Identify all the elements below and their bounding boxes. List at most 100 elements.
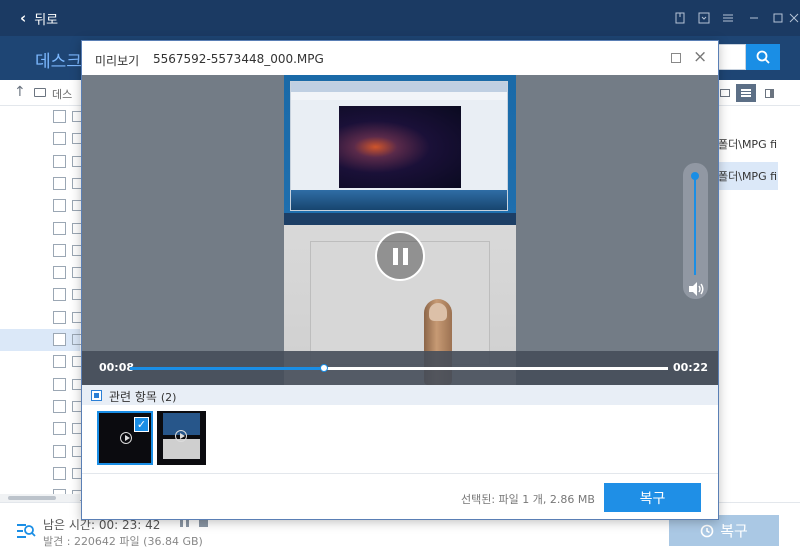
video-content-menubar [291,92,507,100]
file-list-row[interactable]: 폴더\MPG file... [718,162,778,190]
tree-row-checkbox[interactable] [53,154,66,168]
close-icon[interactable] [788,8,800,28]
tree-row[interactable] [0,262,81,284]
thumbnail-checkbox[interactable]: ✓ [134,417,149,432]
main-recover-label: 복구 [720,522,748,540]
speaker-icon[interactable] [687,281,705,297]
tree-row-checkbox[interactable] [53,310,66,324]
related-items-header [82,385,718,405]
tree-row[interactable] [0,218,81,240]
feedback-icon[interactable] [670,8,690,28]
video-frame [284,75,516,385]
file-icon [72,133,81,145]
tree-row[interactable] [0,418,81,440]
list-view-button[interactable] [736,84,756,102]
restore-icon [700,524,714,537]
menu-icon[interactable] [718,8,738,28]
tree-row-checkbox[interactable] [53,199,66,213]
tree-row[interactable] [0,195,81,217]
file-icon [72,445,81,457]
file-icon [72,334,81,345]
tree-row[interactable] [0,284,81,306]
tree-row[interactable] [0,307,81,329]
tree-row[interactable] [0,329,81,351]
tree-row-checkbox[interactable] [53,266,66,280]
up-arrow-icon[interactable]: ↑ [14,84,26,100]
tree-row[interactable] [0,441,81,463]
related-thumbnail[interactable] [157,411,206,465]
back-label: 뒤로 [34,12,59,28]
tree-row[interactable] [0,128,81,150]
file-icon [72,467,81,479]
tree-row-checkbox[interactable] [53,333,66,346]
found-files: 발견 : 220642 파일 (36.84 GB) [43,535,203,548]
preview-pane-icon [764,88,774,98]
file-path: 폴더\MPG file... [718,170,778,183]
file-icon [72,356,81,368]
related-items-checkbox[interactable] [91,390,102,401]
tree-row[interactable] [0,351,81,373]
path-label: 데스 [52,88,73,101]
location-title: 데스크 [35,52,82,72]
list-view-icon [741,89,751,97]
tree-row-checkbox[interactable] [53,243,66,257]
seek-handle[interactable] [320,364,328,372]
preview-dialog: 미리보기 5567592-5573448_000.MPG × 00:08 00:… [81,40,719,520]
maximize-icon[interactable] [768,8,788,28]
tree-row[interactable] [0,463,81,485]
tree-row[interactable] [0,151,81,173]
video-content-taskbar [284,213,516,225]
minimize-icon[interactable] [744,8,764,28]
tree-row[interactable] [0,374,81,396]
file-icon [72,177,81,189]
tree-row-checkbox[interactable] [53,221,66,235]
tree-row-checkbox[interactable] [53,110,66,123]
tree-row[interactable] [0,173,81,195]
tree-row-checkbox[interactable] [53,132,66,146]
tree-row-checkbox[interactable] [53,355,66,369]
tree-row-checkbox[interactable] [53,377,66,391]
related-items-title: 관련 항목 [109,390,157,404]
preview-view-button[interactable] [759,84,779,102]
search-input[interactable] [718,44,746,70]
close-icon[interactable]: × [693,47,707,67]
video-content-window [290,81,508,211]
pause-icon[interactable] [375,231,425,281]
title-bar: ‹ 뒤로 [0,0,800,36]
tree-row-checkbox[interactable] [53,422,66,436]
download-icon[interactable] [694,8,714,28]
video-content-image [339,106,461,188]
maximize-icon[interactable] [671,53,681,63]
file-icon [72,111,81,122]
tree-row[interactable] [0,106,81,128]
video-player[interactable] [82,75,718,385]
file-path: 폴더\MPG file... [718,138,778,151]
volume-track[interactable] [694,175,696,275]
back-button[interactable]: ‹ 뒤로 [20,8,58,28]
search-icon [756,50,770,64]
file-icon [72,244,81,256]
tree-scroll-thumb[interactable] [8,496,56,500]
related-items-label: 관련 항목 (2) [109,388,176,405]
preview-title: 미리보기 [95,54,140,68]
volume-knob[interactable] [691,172,699,180]
tree-row[interactable] [0,396,81,418]
file-icon [72,289,81,301]
file-list-row[interactable]: 폴더\MPG file... [718,130,778,158]
tree-row-checkbox[interactable] [53,466,66,480]
tree-row-checkbox[interactable] [53,444,66,458]
related-items-count: (2) [160,391,177,404]
video-content-titlebar [291,82,507,92]
file-icon [72,311,81,323]
search-button[interactable] [746,44,780,70]
preview-filename: 5567592-5573448_000.MPG [153,52,324,66]
seek-progress [130,367,324,370]
grid-view-icon [720,89,730,97]
tree-row[interactable] [0,240,81,262]
tree-row-checkbox[interactable] [53,176,66,190]
tree-row-checkbox[interactable] [53,288,66,302]
video-content-controls [291,190,507,210]
tree-row-checkbox[interactable] [53,399,66,413]
recover-button[interactable]: 복구 [604,483,701,512]
selected-info: 선택된: 파일 1 개, 2.86 MB [461,493,595,506]
